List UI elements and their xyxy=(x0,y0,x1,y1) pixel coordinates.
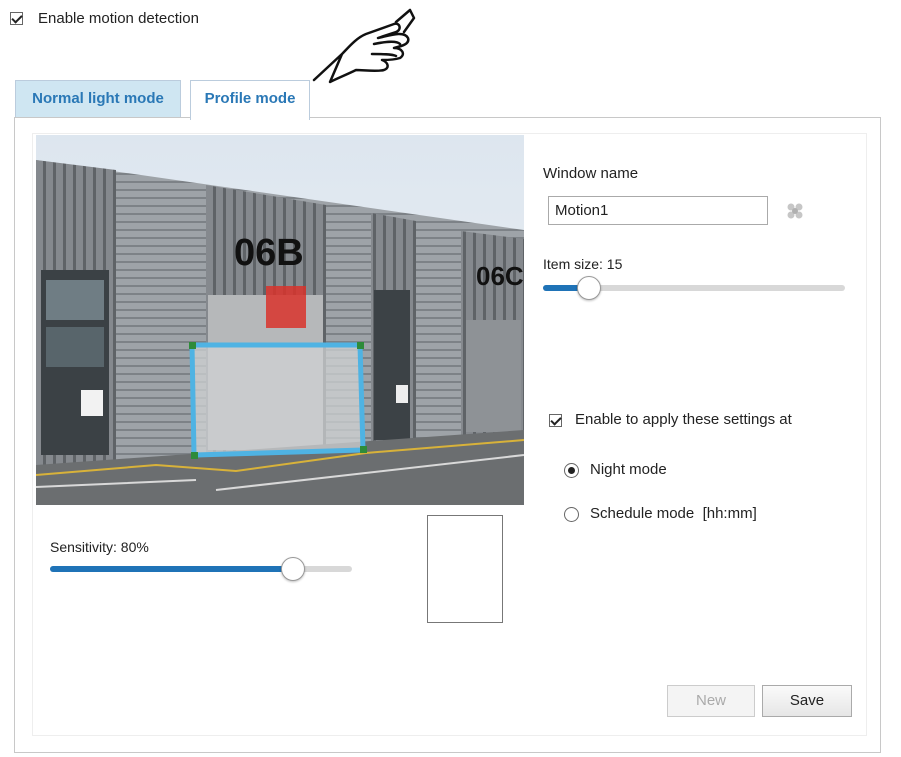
tab-normal-light-mode[interactable]: Normal light mode xyxy=(15,80,181,118)
camera-preview[interactable]: 06B 06C xyxy=(36,135,524,505)
enable-motion-label: Enable motion detection xyxy=(38,10,199,27)
save-button[interactable]: Save xyxy=(762,685,852,717)
night-mode-label: Night mode xyxy=(590,461,667,478)
item-size-slider[interactable] xyxy=(543,276,845,300)
hand-pointer-icon xyxy=(312,8,416,84)
new-button[interactable]: New xyxy=(667,685,755,717)
night-mode-radio[interactable] xyxy=(564,463,579,478)
building-label-06c: 06C xyxy=(476,261,524,291)
item-size-label: Item size: 15 xyxy=(543,256,623,272)
schedule-mode-label: Schedule mode [hh:mm] xyxy=(590,505,757,522)
motion-window[interactable] xyxy=(189,342,367,459)
alert-block xyxy=(266,286,306,328)
enable-motion-checkbox[interactable] xyxy=(10,12,23,25)
tab-normal-light-mode-label: Normal light mode xyxy=(32,90,164,107)
sensitivity-slider[interactable] xyxy=(50,557,352,581)
tab-profile-mode[interactable]: Profile mode xyxy=(190,80,310,120)
schedule-mode-radio[interactable] xyxy=(564,507,579,522)
delete-window-icon[interactable] xyxy=(785,201,805,221)
apply-settings-checkbox[interactable] xyxy=(549,414,562,427)
window-name-input[interactable] xyxy=(548,196,768,225)
apply-settings-label: Enable to apply these settings at xyxy=(575,411,792,428)
sensitivity-slider-handle[interactable] xyxy=(280,557,305,581)
sensitivity-label: Sensitivity: 80% xyxy=(50,539,149,555)
new-button-label: New xyxy=(695,692,726,709)
building-label-06b: 06B xyxy=(234,232,304,274)
motion-level-indicator xyxy=(427,515,503,623)
window-name-label: Window name xyxy=(543,165,639,182)
sensitivity-slider-fill xyxy=(50,566,292,572)
tab-profile-mode-label: Profile mode xyxy=(204,90,296,107)
save-button-label: Save xyxy=(789,692,825,709)
